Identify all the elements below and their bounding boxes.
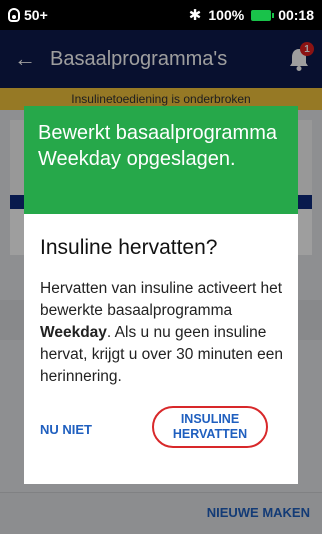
program-name: Weekday bbox=[40, 324, 107, 341]
status-bar: 50+ ✱ 100% 00:18 bbox=[0, 0, 322, 30]
pod-level: 50+ bbox=[24, 7, 48, 23]
not-now-button[interactable]: NU NIET bbox=[40, 422, 92, 437]
resume-insulin-dialog: Bewerkt basaalprogramma Weekday opgeslag… bbox=[24, 106, 298, 484]
clock: 00:18 bbox=[278, 7, 314, 23]
bluetooth-icon: ✱ bbox=[188, 7, 202, 24]
battery-percent: 100% bbox=[208, 7, 245, 23]
status-left: 50+ bbox=[8, 7, 48, 23]
pod-icon bbox=[8, 8, 20, 22]
saved-toast: Bewerkt basaalprogramma Weekday opgeslag… bbox=[24, 106, 298, 214]
resume-insulin-button[interactable]: INSULINE HERVATTEN bbox=[152, 406, 268, 448]
dialog-body-start: Hervatten van insuline activeert het bew… bbox=[40, 280, 283, 319]
battery-icon bbox=[251, 9, 275, 21]
dialog-body: Hervatten van insuline activeert het bew… bbox=[40, 278, 290, 388]
dialog-title: Insuline hervatten? bbox=[40, 236, 218, 259]
screen: 50+ ✱ 100% 00:18 ← Basaalprogramma's 1 I… bbox=[0, 0, 322, 534]
status-right: ✱ 100% 00:18 bbox=[189, 6, 314, 24]
